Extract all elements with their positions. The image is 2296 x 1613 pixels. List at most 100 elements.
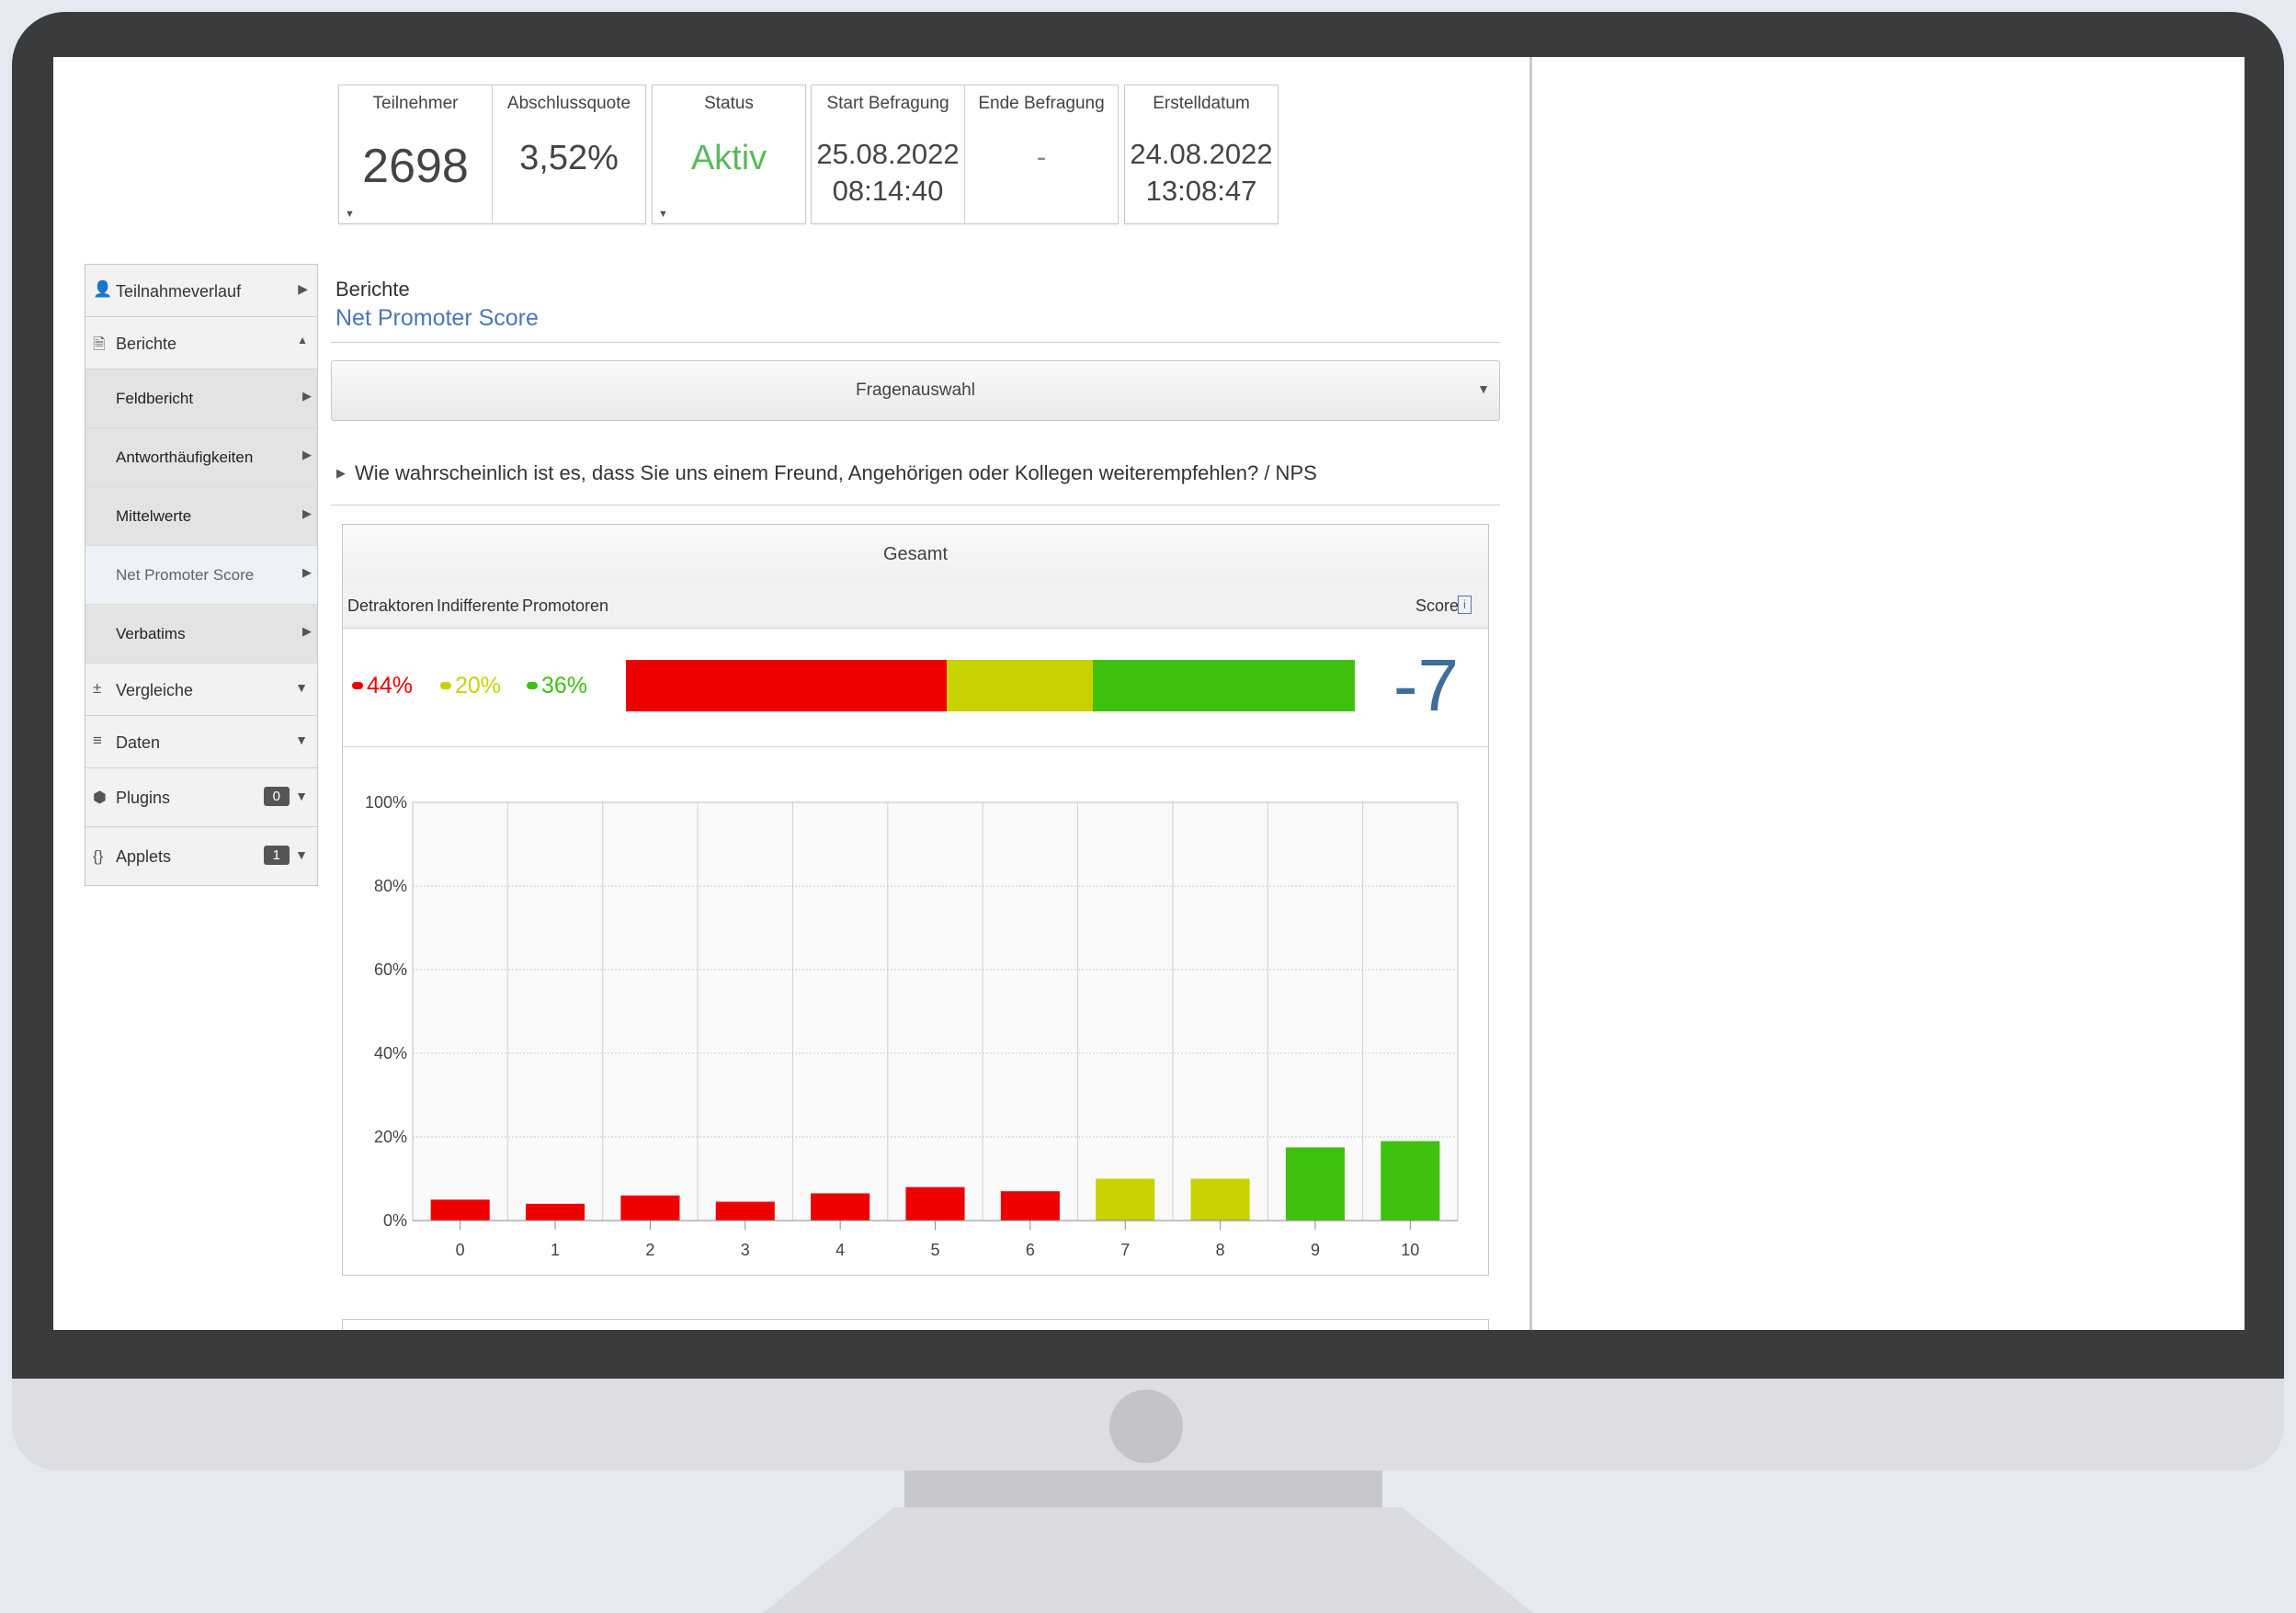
chevron-right-icon: ▶ xyxy=(302,389,312,403)
score-label: Score xyxy=(1415,596,1459,615)
nps-distribution-chart: 0% 20% 40% 60% 80% 100% 0 1 2 3 4 5 6 7 8 9 10 xyxy=(365,793,1459,1259)
detractors-pct: 44% xyxy=(352,673,413,699)
dot-icon xyxy=(527,682,538,689)
screen: Teilnehmer 2698 ▼ Abschlussquote 3,52% S… xyxy=(53,57,2245,1330)
info-icon[interactable]: i xyxy=(1458,596,1472,614)
stat-created: Erstelldatum 24.08.2022 13:08:47 xyxy=(1125,85,1278,223)
question-toggle[interactable]: ▶ Wie wahrscheinlich ist es, dass Sie uns… xyxy=(336,461,1317,485)
sidebar-item-comparisons[interactable]: ± Vergleiche ▼ xyxy=(85,664,317,716)
stat-status[interactable]: Status Aktiv ▼ xyxy=(653,85,805,223)
stack-passives xyxy=(946,660,1093,711)
chevron-right-icon: ▶ xyxy=(302,506,312,520)
stat-label: Teilnehmer xyxy=(372,94,459,113)
sidebar-subitem-means[interactable]: Mittelwerte ▶ xyxy=(85,487,317,546)
select-label: Fragenauswahl xyxy=(856,381,975,400)
stat-participants[interactable]: Teilnehmer 2698 ▼ xyxy=(339,85,492,223)
nps-stacked-bar xyxy=(626,660,1355,711)
chevron-down-icon: ▼ xyxy=(295,680,308,695)
sidebar-subitem-field-report[interactable]: Feldbericht ▶ xyxy=(85,369,317,428)
divider xyxy=(331,342,1500,343)
sidebar-item-data[interactable]: ≡ Daten ▼ xyxy=(85,716,317,768)
sidebar-item-reports[interactable]: 🗎 Berichte ▲ xyxy=(85,317,317,369)
sidebar-subitem-label: Net Promoter Score xyxy=(116,566,255,584)
passives-value: 20% xyxy=(455,673,502,699)
dot-icon xyxy=(352,682,363,689)
stat-label: Abschlussquote xyxy=(506,94,631,113)
panel-divider[interactable] xyxy=(1529,57,1532,1330)
x-tick-label: 4 xyxy=(835,1241,845,1259)
stat-label: Ende Befragung xyxy=(978,94,1105,113)
bar-1 xyxy=(526,1203,585,1221)
sidebar-subitem-label: Antworthäufigkeiten xyxy=(116,449,254,466)
chevron-down-icon: ▼ xyxy=(295,789,308,803)
sidebar-item-label: Applets xyxy=(116,847,172,866)
page-title: Net Promoter Score xyxy=(335,305,539,331)
col-detractors: Detraktoren xyxy=(347,596,435,615)
braces-icon: {} xyxy=(93,847,104,865)
stack-detractors xyxy=(626,660,947,711)
stat-start: Start Befragung 25.08.2022 08:14:40 xyxy=(812,85,964,223)
stat-value: 24.08.2022 13:08:47 xyxy=(1125,136,1278,210)
stat-completion: Abschlussquote 3,52% xyxy=(493,85,645,223)
card-participants-completion: Teilnehmer 2698 ▼ Abschlussquote 3,52% xyxy=(338,85,646,224)
card-status: Status Aktiv ▼ xyxy=(652,85,806,224)
question-text: Wie wahrscheinlich ist es, dass Sie uns … xyxy=(355,461,1317,484)
bar-0 xyxy=(430,1199,490,1221)
bar-7 xyxy=(1096,1178,1155,1221)
sidebar: 👤 Teilnahmeverlauf ▶ 🗎 Berichte ▲ Feldbe… xyxy=(85,264,318,886)
sidebar-item-label: Plugins xyxy=(116,789,171,807)
database-icon: ≡ xyxy=(93,732,102,749)
sidebar-item-label: Berichte xyxy=(116,335,177,353)
sidebar-subitem-frequencies[interactable]: Antworthäufigkeiten ▶ xyxy=(85,428,317,487)
sidebar-item-plugins[interactable]: ⬢ Plugins 0 ▼ xyxy=(85,768,317,827)
promoters-value: 36% xyxy=(541,673,588,699)
bar-10 xyxy=(1381,1141,1440,1221)
breadcrumb: Berichte xyxy=(335,278,410,301)
question-select[interactable]: Fragenauswahl ▼ xyxy=(331,360,1500,421)
chevron-down-icon: ▼ xyxy=(1477,381,1490,396)
x-tick-label: 3 xyxy=(741,1241,750,1259)
chevron-down-icon[interactable]: ▼ xyxy=(345,209,355,220)
bar-4 xyxy=(811,1193,870,1221)
created-time: 13:08:47 xyxy=(1145,175,1257,207)
bar-6 xyxy=(1000,1191,1060,1221)
x-tick-label: 5 xyxy=(930,1241,939,1259)
y-tick-label: 80% xyxy=(374,877,407,895)
start-time: 08:14:40 xyxy=(832,175,944,207)
bar-3 xyxy=(715,1201,775,1221)
sidebar-subitem-verbatims[interactable]: Verbatims ▶ xyxy=(85,605,317,664)
col-passives: Indifferente xyxy=(437,596,519,615)
sidebar-item-label: Vergleiche xyxy=(116,681,194,699)
x-tick-label: 2 xyxy=(645,1241,654,1259)
dot-icon xyxy=(440,682,451,689)
sidebar-item-participation[interactable]: 👤 Teilnahmeverlauf ▶ xyxy=(85,265,317,317)
cube-icon: ⬢ xyxy=(93,789,107,806)
passives-pct: 20% xyxy=(440,673,501,699)
stat-label: Erstelldatum xyxy=(1153,94,1250,113)
created-date: 24.08.2022 xyxy=(1130,138,1273,170)
chevron-down-icon: ▼ xyxy=(295,847,308,862)
sidebar-item-label: Daten xyxy=(116,733,161,752)
count-badge: 0 xyxy=(263,787,290,806)
monitor-stand xyxy=(763,1507,1533,1613)
user-icon: 👤 xyxy=(93,280,113,298)
sidebar-item-applets[interactable]: {} Applets 1 ▼ xyxy=(85,827,317,885)
next-panel xyxy=(342,1319,1489,1330)
panel-title: Gesamt xyxy=(882,544,949,564)
stat-end: Ende Befragung - xyxy=(965,85,1118,223)
bar-5 xyxy=(905,1187,965,1221)
x-tick-label: 7 xyxy=(1120,1241,1130,1259)
status-value: Aktiv xyxy=(690,139,767,177)
y-tick-label: 20% xyxy=(374,1128,407,1146)
sidebar-subitem-label: Feldbericht xyxy=(116,390,194,407)
bar-8 xyxy=(1190,1178,1250,1221)
chevron-right-icon: ▶ xyxy=(302,565,312,579)
bar-9 xyxy=(1285,1147,1345,1221)
count-badge: 1 xyxy=(263,846,290,865)
stat-value: - xyxy=(1036,141,1047,173)
chevron-down-icon[interactable]: ▼ xyxy=(658,209,668,220)
sidebar-subitem-nps[interactable]: Net Promoter Score ▶ xyxy=(85,546,317,605)
bar-2 xyxy=(620,1195,680,1221)
stat-value: 2698 xyxy=(362,140,469,193)
x-tick-label: 0 xyxy=(456,1241,465,1259)
